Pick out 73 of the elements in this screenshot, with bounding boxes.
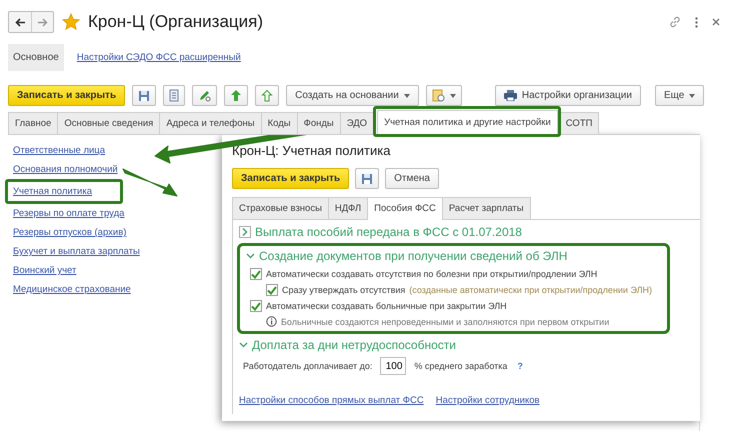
checkbox[interactable] <box>266 284 278 296</box>
caret-icon <box>450 94 456 98</box>
section-link[interactable]: Учетная политика <box>13 186 92 197</box>
chevron-down-icon[interactable] <box>239 342 248 348</box>
printer-icon <box>504 90 517 101</box>
input-field[interactable]: 100 <box>380 357 406 375</box>
save-close-button[interactable]: Записать и закрыть <box>8 85 126 106</box>
checkbox-label: Сразу утверждать отсутствия <box>282 285 406 295</box>
tab[interactable]: Главное <box>8 112 58 134</box>
settings-link[interactable]: Настройки сотрудников <box>436 391 540 410</box>
tab[interactable]: ЭДО <box>340 112 374 134</box>
chevron-down-icon[interactable] <box>246 253 255 259</box>
checkbox-note: (созданные автоматически при открытии/продлении ЭЛН) <box>409 285 652 295</box>
field-suffix: % среднего заработка <box>414 361 508 371</box>
nav-link[interactable]: Настройки СЭДО ФСС расширенный <box>72 40 246 75</box>
arrow-up-icon <box>261 89 274 102</box>
arrow <box>122 168 178 196</box>
close-icon[interactable] <box>712 18 720 26</box>
tab[interactable]: Коды <box>260 112 298 134</box>
tab[interactable]: Расчет зарплаты <box>442 197 531 219</box>
checkbox[interactable] <box>250 268 262 280</box>
more-icon[interactable] <box>695 16 698 28</box>
help-link[interactable]: ? <box>517 361 523 371</box>
save-close-button[interactable]: Записать и закрыть <box>232 168 350 189</box>
report-button[interactable] <box>426 85 462 106</box>
tab[interactable]: СОТП <box>558 112 600 134</box>
caret-icon <box>404 94 410 98</box>
checkbox-label: Автоматически создавать больничные при закрытии ЭЛН <box>266 301 507 311</box>
settings-link[interactable]: Настройки способов прямых выплат ФСС <box>239 391 424 410</box>
info-icon <box>266 316 277 327</box>
expand-icon[interactable] <box>239 226 251 238</box>
section-link[interactable]: Основания полномочий <box>13 160 118 179</box>
upload-outline-button[interactable] <box>255 85 280 106</box>
save-button[interactable] <box>355 168 380 189</box>
tab[interactable]: НДФЛ <box>328 197 368 219</box>
tab[interactable]: Учетная политика и другие настройки <box>377 110 558 134</box>
tab[interactable]: Фонды <box>296 112 341 134</box>
info-text: Больничные создаются непроведенными и заполняются при первом открытии <box>281 316 610 326</box>
section-link[interactable]: Резервы по оплате труда <box>13 204 124 223</box>
arrow-up-icon <box>230 89 242 102</box>
checkbox-label: Автоматически создавать отсутствия по болезни при открытии/продлении ЭЛН <box>266 269 598 279</box>
section-link[interactable]: Ответственные лица <box>13 141 106 160</box>
link-icon[interactable] <box>669 16 681 28</box>
nav-link[interactable]: Основное <box>8 44 64 71</box>
field-label: Работодатель доплачивает до: <box>243 361 372 371</box>
caret-icon <box>689 94 696 98</box>
section-link[interactable]: Медицинское страхование <box>13 280 131 299</box>
upload-button[interactable] <box>224 85 248 106</box>
arrow-left-icon <box>14 18 26 26</box>
cancel-button[interactable]: Отмена <box>385 168 439 189</box>
document-icon <box>432 89 445 102</box>
tab[interactable]: Адреса и телефоны <box>159 112 262 134</box>
list-button[interactable] <box>163 85 186 106</box>
checkbox[interactable] <box>250 300 262 312</box>
pen-icon <box>198 89 212 102</box>
arrow-right-icon <box>37 18 48 26</box>
edit-button[interactable] <box>192 85 218 106</box>
save-button[interactable] <box>132 85 156 106</box>
section-link[interactable]: Бухучет и выплата зарплаты <box>13 242 140 261</box>
dialog-title: Крон-Ц: Учетная политика <box>232 143 392 158</box>
section-link[interactable]: Резервы отпусков (архив) <box>13 223 126 242</box>
document-icon <box>169 89 180 102</box>
create-based-on-button[interactable]: Создать на основании <box>286 85 419 106</box>
floppy-icon <box>138 90 150 102</box>
star-icon[interactable] <box>62 13 80 31</box>
org-settings-button[interactable]: Настройки организации <box>494 85 641 106</box>
tab[interactable]: Пособия ФСС <box>367 197 443 220</box>
section-link[interactable]: Воинский учет <box>13 261 76 280</box>
tab[interactable]: Основные сведения <box>57 112 160 134</box>
tab[interactable]: Страховые взносы <box>232 197 329 219</box>
window-title: Крон-Ц (Организация) <box>88 12 264 32</box>
more-button[interactable]: Еще <box>654 85 704 106</box>
floppy-icon <box>361 172 374 184</box>
